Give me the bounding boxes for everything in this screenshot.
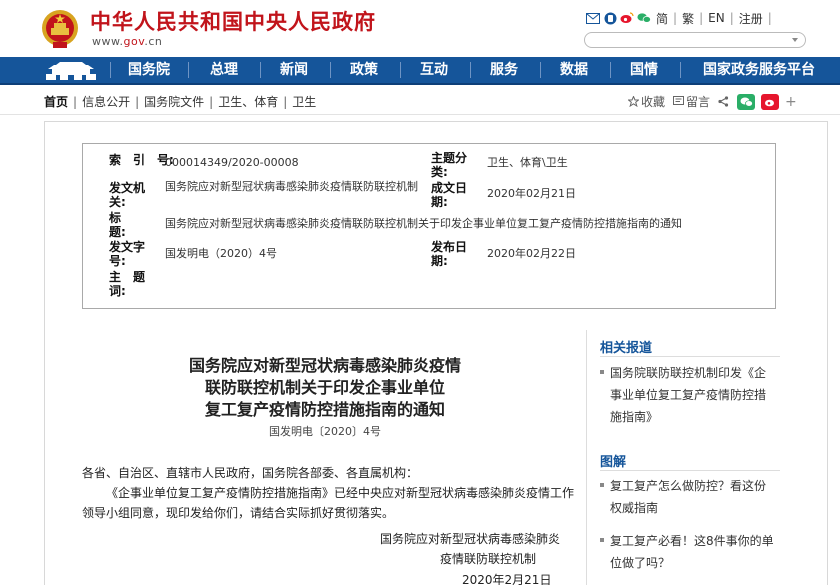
article-signature-line: 国务院应对新型冠状病毒感染肺炎 (380, 532, 561, 546)
tools-separator: | (699, 11, 704, 25)
breadcrumb-item[interactable]: 卫生 (292, 95, 316, 109)
meta-title-label: 标 题: (109, 211, 146, 239)
article-doc-number: 国发明电〔2020〕4号 (269, 425, 381, 438)
meta-title-value: 国务院应对新型冠状病毒感染肺炎疫情联防联控机制关于印发企事业单位复工复产疫情防控… (165, 217, 682, 230)
article-paragraph: 《企事业单位复工复产疫情防控措施指南》已经中央应对新型冠状病毒感染肺炎疫情工作领… (82, 486, 575, 520)
breadcrumb-separator: | (135, 95, 140, 109)
graphics-link[interactable]: 复工复产必看！这8件事你的单位做了吗？ (600, 530, 775, 574)
breadcrumb-separator: | (209, 95, 214, 109)
nav-divider (260, 62, 261, 78)
meta-index-value: 000014349/2020-00008 (165, 156, 299, 169)
register-link[interactable]: 注册 (737, 10, 765, 27)
article-date: 2020年2月21日 (462, 573, 552, 585)
article-signature-line: 疫情联防联控机制 (440, 552, 537, 566)
favorite-label: 收藏 (641, 95, 666, 109)
url-prefix: www. (92, 35, 124, 48)
meta-topic-value: 卫生、体育\卫生 (487, 156, 568, 169)
comment-icon (673, 96, 685, 105)
page-tools: 收藏 留言 + (628, 93, 805, 110)
related-report-link[interactable]: 国务院联防联控机制印发《企事业单位复工复产疫情防控措施指南》 (600, 362, 775, 428)
breadcrumb-bar: 首页 | 信息公开 | 国务院文件 | 卫生、体育 | 卫生 收藏 留言 + (0, 87, 840, 115)
breadcrumb-item[interactable]: 卫生、体育 (218, 95, 278, 109)
national-emblem-icon[interactable] (40, 8, 80, 50)
tools-separator: | (673, 11, 678, 25)
nav-divider (330, 62, 331, 78)
share-weibo-icon[interactable] (761, 93, 780, 110)
meta-created-value: 2020年02月21日 (487, 187, 576, 200)
breadcrumb-item[interactable]: 信息公开 (82, 95, 130, 109)
nav-item-state-council[interactable]: 国务院 (116, 57, 182, 83)
favorite-button[interactable]: 收藏 (628, 93, 665, 110)
traditional-chinese-link[interactable]: 繁 (680, 10, 696, 27)
share-more-icon[interactable]: + (785, 94, 797, 110)
mobile-icon[interactable] (603, 11, 617, 25)
related-reports-heading: 相关报道 (600, 341, 653, 356)
meta-keywords-label: 主 题 词: (109, 270, 158, 298)
nav-item-service[interactable]: 服务 (474, 57, 534, 83)
comment-label: 留言 (686, 95, 711, 109)
heading-rule (600, 356, 780, 357)
nav-divider (680, 62, 681, 78)
meta-docno-label: 发文字号: (109, 240, 146, 268)
wechat-icon[interactable] (637, 11, 651, 25)
star-icon (628, 96, 639, 107)
meta-published-value: 2020年02月22日 (487, 247, 576, 260)
nav-divider (470, 62, 471, 78)
tools-separator: | (767, 11, 772, 25)
top-tools: 简 | 繁 | EN | 注册 | (586, 10, 772, 26)
breadcrumb-separator: | (283, 95, 288, 109)
site-header: 中华人民共和国中央人民政府 www.gov.cn 简 | 繁 | EN | 注册… (0, 0, 840, 57)
meta-created-label: 成文日期: (431, 181, 468, 209)
nav-divider (400, 62, 401, 78)
mail-icon[interactable] (586, 11, 600, 25)
share-wechat-icon[interactable] (737, 93, 756, 110)
nav-item-interaction[interactable]: 互动 (404, 57, 464, 83)
weibo-icon[interactable] (620, 11, 634, 25)
nav-divider (540, 62, 541, 78)
main-nav: 国务院 总理 新闻 政策 互动 服务 数据 国情 国家政务服务平台 (0, 57, 840, 85)
nav-divider (610, 62, 611, 78)
breadcrumb-home[interactable]: 首页 (44, 95, 68, 109)
breadcrumb-separator: | (73, 95, 78, 109)
english-link[interactable]: EN (706, 11, 727, 25)
document-meta-table: 索 引 号: 000014349/2020-00008 主题分类: 卫生、体育\… (82, 143, 776, 309)
meta-topic-label: 主题分类: (431, 151, 468, 179)
article-title-line: 联防联控机制关于印发企事业单位 (204, 378, 445, 397)
sidebar-divider (586, 330, 587, 585)
tools-separator: | (729, 11, 734, 25)
nav-divider (188, 62, 189, 78)
simplified-chinese-link[interactable]: 简 (654, 10, 670, 27)
meta-published-label: 发布日期: (431, 240, 468, 268)
comment-button[interactable]: 留言 (673, 93, 710, 110)
meta-index-label: 索 引 号: (109, 153, 174, 167)
meta-docno-value: 国发明电（2020）4号 (165, 247, 277, 260)
article-body: 各省、自治区、直辖市人民政府，国务院各部委、各直属机构： 《企事业单位复工复产疫… (82, 463, 576, 523)
url-suffix: .cn (144, 35, 163, 48)
url-brand: gov (123, 35, 145, 48)
site-title[interactable]: 中华人民共和国中央人民政府 (90, 6, 376, 36)
nav-item-national-info[interactable]: 国情 (614, 57, 674, 83)
nav-divider (110, 62, 111, 78)
breadcrumb: 首页 | 信息公开 | 国务院文件 | 卫生、体育 | 卫生 (44, 93, 316, 110)
search-input[interactable] (584, 32, 806, 48)
nav-item-premier[interactable]: 总理 (194, 57, 254, 83)
heading-rule (600, 470, 780, 471)
nav-item-data[interactable]: 数据 (544, 57, 604, 83)
site-url[interactable]: www.gov.cn (92, 35, 162, 48)
graphics-heading: 图解 (600, 455, 627, 470)
share-icon[interactable] (718, 96, 729, 107)
meta-issuer-label: 发文机关: (109, 181, 146, 209)
breadcrumb-item[interactable]: 国务院文件 (144, 95, 204, 109)
article-title-line: 复工复产疫情防控措施指南的通知 (204, 400, 445, 419)
article-title: 国务院应对新型冠状病毒感染肺炎疫情 联防联控机制关于印发企事业单位 复工复产疫情… (150, 355, 500, 421)
tiananmen-home-icon[interactable] (40, 60, 102, 82)
nav-item-gov-service-platform[interactable]: 国家政务服务平台 (686, 57, 832, 83)
article-salutation: 各省、自治区、直辖市人民政府，国务院各部委、各直属机构： (82, 466, 419, 480)
nav-item-policy[interactable]: 政策 (334, 57, 394, 83)
search-icon[interactable] (789, 34, 801, 46)
graphics-link[interactable]: 复工复产怎么做防控？看这份权威指南 (600, 475, 775, 519)
meta-issuer-value: 国务院应对新型冠状病毒感染肺炎疫情联防联控机制 (165, 180, 418, 193)
nav-item-news[interactable]: 新闻 (264, 57, 324, 83)
article-title-line: 国务院应对新型冠状病毒感染肺炎疫情 (188, 356, 461, 375)
